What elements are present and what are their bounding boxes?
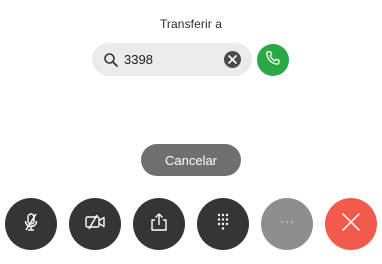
close-icon [340,211,362,238]
video-button[interactable] [69,198,121,250]
share-button[interactable] [133,198,185,250]
share-icon [148,211,170,238]
clear-icon[interactable] [224,51,241,68]
more-icon [276,211,298,238]
transfer-title: Transferir a [159,17,223,31]
more-button[interactable] [261,198,313,250]
cancel-button[interactable]: Cancelar [141,144,241,176]
microphone-muted-icon [20,211,42,238]
search-field[interactable] [92,43,252,76]
camera-off-icon [84,211,106,238]
search-input[interactable] [124,43,218,76]
search-icon [103,52,119,68]
phone-icon [265,50,281,71]
keypad-button[interactable] [197,198,249,250]
end-call-button[interactable] [325,198,377,250]
mute-button[interactable] [5,198,57,250]
call-button[interactable] [257,44,289,76]
keypad-icon [212,211,234,238]
